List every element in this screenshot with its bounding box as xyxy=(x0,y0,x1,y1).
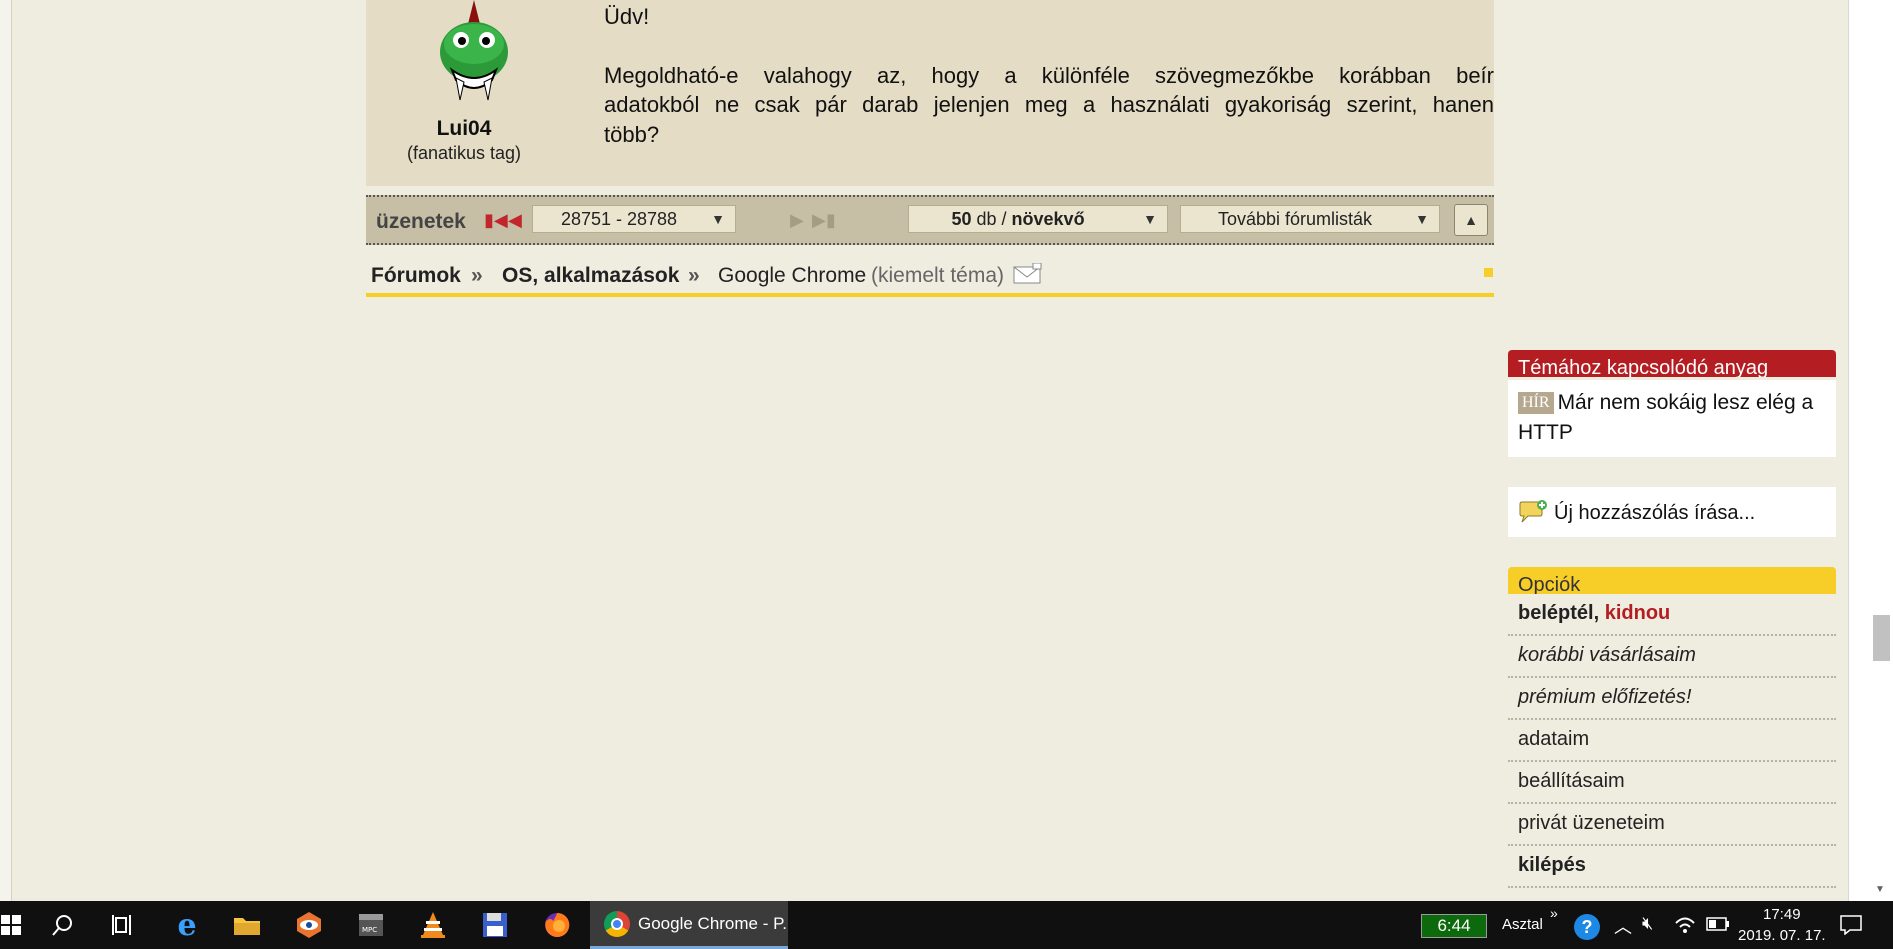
prev-page-icon[interactable]: ◀ xyxy=(508,210,522,231)
breadcrumb-marker xyxy=(1484,268,1493,277)
related-content-card[interactable]: HÍR Már nem sokáig lesz elég a HTTP xyxy=(1508,380,1836,457)
clock-date[interactable]: 2019. 07. 17. xyxy=(1738,927,1826,944)
post-username[interactable]: Lui04 xyxy=(366,117,562,141)
logged-in-status: beléptél, kidnou xyxy=(1508,594,1836,636)
mpc-be-player-icon[interactable]: MPC xyxy=(342,901,400,949)
chevron-down-icon: ▼ xyxy=(711,211,725,227)
toolbar-expand-chevron[interactable]: » xyxy=(1550,905,1558,921)
first-page-icon[interactable]: ▮◀ xyxy=(484,210,508,231)
logged-in-prefix: beléptél, xyxy=(1518,602,1600,624)
new-post-button[interactable]: Új hozzászólás írása... xyxy=(1508,487,1836,537)
clock-time[interactable]: 17:49 xyxy=(1763,906,1801,923)
desktop-toolbar-label[interactable]: Asztal xyxy=(1502,916,1543,933)
svg-text:MPC: MPC xyxy=(362,926,377,934)
dragon-avatar[interactable] xyxy=(430,0,518,112)
volume-muted-icon[interactable]: 🔇︎ xyxy=(1642,913,1653,934)
scroll-top-button[interactable]: ▲ xyxy=(1454,204,1488,236)
option-my-data[interactable]: adataim xyxy=(1508,720,1836,762)
scrollbar-thumb[interactable] xyxy=(1873,615,1890,661)
more-forum-lists-label: További fórumlisták xyxy=(1217,209,1373,229)
post-greeting: Üdv! xyxy=(604,4,650,29)
chevron-up-icon: ▲ xyxy=(1464,212,1478,228)
forum-post: Lui04 (fanatikus tag) Üdv! Megoldható-e … xyxy=(366,0,1494,186)
post-line-2: adatokból ne csak pár darab jelenjen meg… xyxy=(604,92,1494,117)
battery-time-indicator[interactable]: 6:44 xyxy=(1421,914,1487,938)
envelope-icon[interactable] xyxy=(1013,263,1043,285)
windows-logo-icon xyxy=(1,915,21,935)
post-line-3: több? xyxy=(604,121,660,147)
page-range-select[interactable]: 28751 - 28788 ▼ xyxy=(532,205,736,233)
breadcrumb-category[interactable]: OS, alkalmazások xyxy=(502,264,679,288)
option-my-settings[interactable]: beállításaim xyxy=(1508,762,1836,804)
options-header: Opciók xyxy=(1508,567,1836,594)
battery-icon[interactable] xyxy=(1706,917,1730,931)
per-page-count: 50 xyxy=(951,209,972,229)
help-icon[interactable]: ? xyxy=(1574,914,1600,940)
page-range-value: 28751 - 28788 xyxy=(560,209,678,229)
per-page-unit: db / xyxy=(976,209,1007,229)
left-page-edge xyxy=(0,0,12,901)
breadcrumb-separator: » xyxy=(688,264,700,287)
chevron-down-icon: ▼ xyxy=(1415,211,1429,227)
breadcrumb-topic[interactable]: Google Chrome xyxy=(718,264,866,288)
chevron-up-icon[interactable]: ︿ xyxy=(1614,913,1632,939)
related-content-title[interactable]: Már nem sokáig lesz elég a HTTP xyxy=(1518,391,1813,444)
post-user-title: (fanatikus tag) xyxy=(406,143,522,163)
chevron-down-icon: ▼ xyxy=(1143,211,1157,227)
option-private-messages[interactable]: privát üzeneteim xyxy=(1508,804,1836,846)
news-tag: HÍR xyxy=(1518,392,1554,414)
per-page-value: 50 db / növekvő xyxy=(909,206,1127,232)
page-scrollbar[interactable]: ▼ xyxy=(1848,0,1893,901)
file-explorer-icon[interactable] xyxy=(218,901,276,949)
chrome-icon xyxy=(604,910,630,937)
save-disk-app-icon[interactable] xyxy=(466,901,524,949)
sort-order: növekvő xyxy=(1011,209,1085,229)
firefox-icon[interactable] xyxy=(528,901,586,949)
breadcrumb-separator: » xyxy=(471,264,483,287)
vlc-player-icon[interactable] xyxy=(404,901,462,949)
next-page-icon[interactable]: ▶ xyxy=(790,210,804,231)
option-premium-subscription[interactable]: prémium előfizetés! xyxy=(1508,678,1836,720)
task-view-icon[interactable] xyxy=(94,901,152,949)
more-forum-lists-select[interactable]: További fórumlisták ▼ xyxy=(1180,205,1440,233)
logged-in-username[interactable]: kidnou xyxy=(1605,602,1671,624)
breadcrumb-topic-note: (kiemelt téma) xyxy=(871,264,1005,287)
scroll-down-arrow-icon[interactable]: ▼ xyxy=(1875,884,1885,895)
windows-taskbar: e MPC Google Chrome - P... 6:44 Asztal »… xyxy=(0,901,1893,949)
options-list: beléptél, kidnou korábbi vásárlásaim pré… xyxy=(1508,594,1836,888)
related-content-header: Témához kapcsolódó anyag xyxy=(1508,350,1836,377)
messages-label: üzenetek xyxy=(376,210,466,233)
message-navigation-bar: üzenetek ▮◀ ◀ 28751 - 28788 ▼ ▶ ▶▮ 50 db… xyxy=(366,195,1494,245)
taskbar-chrome-title: Google Chrome - P... xyxy=(638,913,788,933)
edge-browser-icon[interactable]: e xyxy=(158,901,216,949)
breadcrumb: Fórumok » OS, alkalmazások » Google Chro… xyxy=(366,261,1494,297)
search-icon[interactable] xyxy=(34,901,92,949)
new-post-label: Új hozzászólás írása... xyxy=(1554,502,1756,524)
post-body: Üdv! Megoldható-e valahogy az, hogy a kü… xyxy=(604,2,1494,149)
post-line-1: Megoldható-e valahogy az, hogy a különfé… xyxy=(604,62,1494,88)
last-page-icon[interactable]: ▶▮ xyxy=(812,210,836,231)
new-comment-icon xyxy=(1519,500,1547,523)
breadcrumb-forums[interactable]: Fórumok xyxy=(371,264,461,288)
wifi-icon[interactable] xyxy=(1674,915,1696,935)
per-page-select[interactable]: 50 db / növekvő ▼ xyxy=(908,205,1168,233)
option-previous-purchases[interactable]: korábbi vásárlásaim xyxy=(1508,636,1836,678)
notification-center-icon[interactable] xyxy=(1840,915,1862,935)
option-logout[interactable]: kilépés xyxy=(1508,846,1836,888)
taskbar-chrome-window[interactable]: Google Chrome - P... xyxy=(590,901,788,949)
app-eye-icon[interactable] xyxy=(280,901,338,949)
